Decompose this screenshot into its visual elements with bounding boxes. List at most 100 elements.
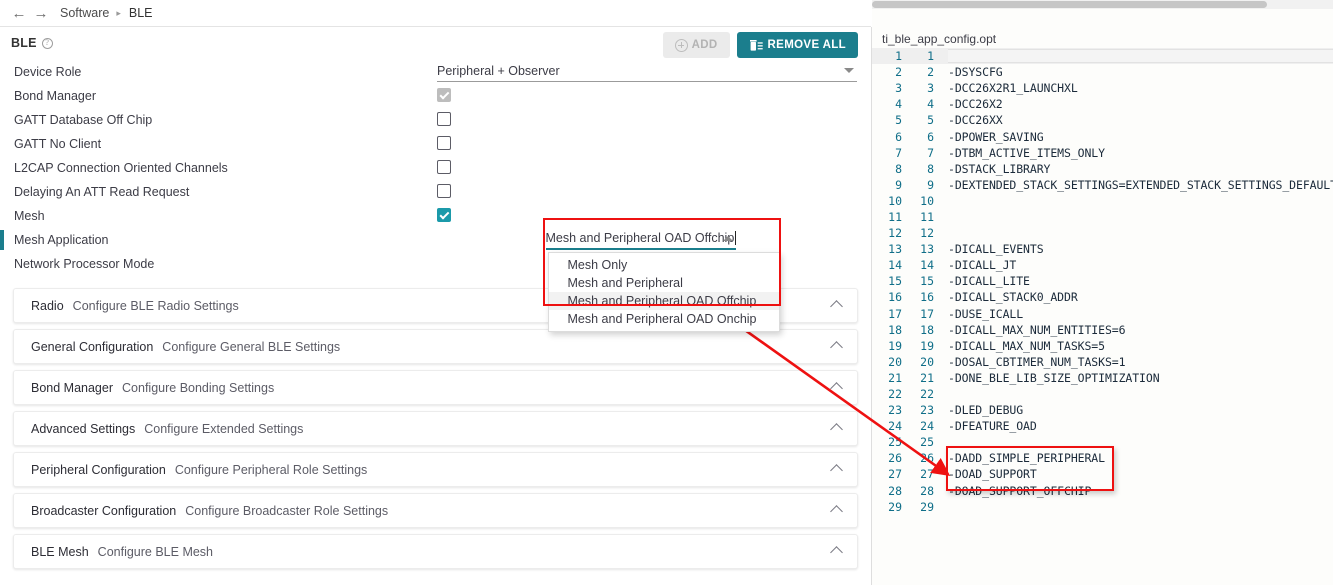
property-label: Bond Manager xyxy=(14,89,96,103)
code-line[interactable]: 1818-DICALL_MAX_NUM_ENTITIES=6 xyxy=(872,322,1333,338)
line-number-right: 16 xyxy=(904,290,934,304)
code-text: -DEXTENDED_STACK_SETTINGS=EXTENDED_STACK… xyxy=(948,178,1333,192)
line-number-right: 21 xyxy=(904,371,934,385)
file-name-label: ti_ble_app_config.opt xyxy=(882,32,996,46)
property-row-device-role: Device Role Peripheral + Observer xyxy=(0,60,871,84)
arrow-left-icon[interactable]: ← xyxy=(8,2,30,24)
code-line[interactable]: 44-DCC26X2 xyxy=(872,96,1333,112)
code-line[interactable]: 1616-DICALL_STACK0_ADDR xyxy=(872,289,1333,305)
accordion-broadcaster-configuration[interactable]: Broadcaster Configuration Configure Broa… xyxy=(13,493,858,528)
breadcrumb-item-ble[interactable]: BLE xyxy=(129,6,153,20)
property-row-mesh-application: Mesh Application Mesh and Peripheral OAD… xyxy=(0,228,871,252)
property-row-gatt-no-client: GATT No Client xyxy=(0,132,871,156)
accordion-ble-mesh[interactable]: BLE Mesh Configure BLE Mesh xyxy=(13,534,858,569)
gatt-no-client-checkbox[interactable] xyxy=(437,136,451,150)
code-line[interactable]: 2323-DLED_DEBUG xyxy=(872,402,1333,418)
code-text: -DONE_BLE_LIB_SIZE_OPTIMIZATION xyxy=(948,371,1160,385)
code-line[interactable]: 1515-DICALL_LITE xyxy=(872,273,1333,289)
accordion-title: General Configuration xyxy=(31,340,153,354)
accordion-title: Radio xyxy=(31,299,64,313)
add-button[interactable]: ADD xyxy=(663,32,730,58)
code-line[interactable]: 1212 xyxy=(872,225,1333,241)
panel-actions: ADD REMOVE ALL xyxy=(663,32,858,58)
mesh-application-dropdown-menu[interactable]: Mesh Only Mesh and Peripheral Mesh and P… xyxy=(548,252,780,332)
chevron-up-icon[interactable] xyxy=(723,236,733,241)
property-row-mesh: Mesh xyxy=(0,204,871,228)
line-number-left: 21 xyxy=(872,371,902,385)
line-number-right: 10 xyxy=(904,194,934,208)
chevron-down-icon[interactable] xyxy=(844,68,854,73)
chevron-up-icon[interactable] xyxy=(830,382,843,395)
mesh-checkbox[interactable] xyxy=(437,208,451,222)
accordion-advanced-settings[interactable]: Advanced Settings Configure Extended Set… xyxy=(13,411,858,446)
accordion-general-configuration[interactable]: General Configuration Configure General … xyxy=(13,329,858,364)
line-number-right: 11 xyxy=(904,210,934,224)
code-line[interactable]: 2626-DADD_SIMPLE_PERIPHERAL xyxy=(872,450,1333,466)
line-number-left: 10 xyxy=(872,194,902,208)
accordion-description: Configure Broadcaster Role Settings xyxy=(185,504,388,518)
dropdown-option[interactable]: Mesh and Peripheral OAD Onchip xyxy=(549,310,779,328)
code-lines[interactable]: 1122-DSYSCFG33-DCC26X2R1_LAUNCHXL44-DCC2… xyxy=(872,48,1333,585)
dropdown-option[interactable]: Mesh Only xyxy=(549,256,779,274)
code-line[interactable]: 2121 -DONE_BLE_LIB_SIZE_OPTIMIZATION xyxy=(872,370,1333,386)
chevron-up-icon[interactable] xyxy=(830,341,843,354)
breadcrumb: ← → Software ▸ BLE xyxy=(0,0,871,27)
code-text: -DCC26XX xyxy=(948,113,1003,127)
help-circle-icon[interactable]: ? xyxy=(42,38,53,49)
dropdown-option[interactable]: Mesh and Peripheral xyxy=(549,274,779,292)
code-line[interactable]: 1919-DICALL_MAX_NUM_TASKS=5 xyxy=(872,338,1333,354)
code-line[interactable]: 77-DTBM_ACTIVE_ITEMS_ONLY xyxy=(872,145,1333,161)
delay-att-read-checkbox[interactable] xyxy=(437,184,451,198)
line-number-right: 3 xyxy=(904,81,934,95)
line-number-right: 5 xyxy=(904,113,934,127)
code-line[interactable]: 99-DEXTENDED_STACK_SETTINGS=EXTENDED_STA… xyxy=(872,177,1333,193)
horizontal-scrollbar[interactable] xyxy=(872,0,1333,9)
line-number-left: 8 xyxy=(872,162,902,176)
l2cap-coc-checkbox[interactable] xyxy=(437,160,451,174)
chevron-up-icon[interactable] xyxy=(830,464,843,477)
bond-manager-checkbox[interactable] xyxy=(437,88,451,102)
accordion-peripheral-configuration[interactable]: Peripheral Configuration Configure Perip… xyxy=(13,452,858,487)
property-label: GATT No Client xyxy=(14,137,101,151)
gatt-db-off-chip-checkbox[interactable] xyxy=(437,112,451,126)
code-line[interactable]: 66-DPOWER_SAVING xyxy=(872,128,1333,144)
code-line[interactable]: 2525 xyxy=(872,434,1333,450)
code-line[interactable]: 2222 xyxy=(872,386,1333,402)
property-label: Network Processor Mode xyxy=(14,257,154,271)
accordion-description: Configure Bonding Settings xyxy=(122,381,274,395)
code-line[interactable]: 2020-DOSAL_CBTIMER_NUM_TASKS=1 xyxy=(872,354,1333,370)
code-line[interactable]: 11 xyxy=(872,48,1333,64)
chevron-up-icon[interactable] xyxy=(830,505,843,518)
accordion-title: Broadcaster Configuration xyxy=(31,504,176,518)
code-line[interactable]: 1010 xyxy=(872,193,1333,209)
code-line[interactable]: 2727-DOAD_SUPPORT xyxy=(872,466,1333,482)
code-line[interactable]: 33-DCC26X2R1_LAUNCHXL xyxy=(872,80,1333,96)
accordion-bond-manager[interactable]: Bond Manager Configure Bonding Settings xyxy=(13,370,858,405)
code-text: -DADD_SIMPLE_PERIPHERAL xyxy=(948,451,1105,465)
code-line[interactable]: 2828-DOAD_SUPPORT_OFFCHIP xyxy=(872,483,1333,499)
chevron-up-icon[interactable] xyxy=(830,423,843,436)
mesh-application-input[interactable]: Mesh and Peripheral OAD Offchip xyxy=(546,228,737,250)
code-line[interactable]: 2929 xyxy=(872,499,1333,515)
code-line[interactable]: 1414-DICALL_JT xyxy=(872,257,1333,273)
remove-all-button[interactable]: REMOVE ALL xyxy=(737,32,858,58)
code-line[interactable]: 22-DSYSCFG xyxy=(872,64,1333,80)
current-line-field[interactable] xyxy=(948,49,1333,63)
chevron-up-icon[interactable] xyxy=(830,546,843,559)
accordion-description: Configure Peripheral Role Settings xyxy=(175,463,367,477)
code-text: -DSTACK_LIBRARY xyxy=(948,162,1050,176)
line-number-left: 29 xyxy=(872,500,902,514)
code-line[interactable]: 2424-DFEATURE_OAD xyxy=(872,418,1333,434)
code-text: -DICALL_EVENTS xyxy=(948,242,1044,256)
code-line[interactable]: 88-DSTACK_LIBRARY xyxy=(872,161,1333,177)
device-role-select[interactable]: Peripheral + Observer xyxy=(437,60,857,82)
code-line[interactable]: 55-DCC26XX xyxy=(872,112,1333,128)
code-line[interactable]: 1313-DICALL_EVENTS xyxy=(872,241,1333,257)
code-line[interactable]: 1111 xyxy=(872,209,1333,225)
arrow-right-icon[interactable]: → xyxy=(30,2,52,24)
code-line[interactable]: 1717-DUSE_ICALL xyxy=(872,306,1333,322)
scrollbar-thumb[interactable] xyxy=(872,1,1267,8)
chevron-up-icon[interactable] xyxy=(830,300,843,313)
dropdown-option-selected[interactable]: Mesh and Peripheral OAD Offchip xyxy=(549,292,779,310)
breadcrumb-item-software[interactable]: Software xyxy=(60,6,109,20)
